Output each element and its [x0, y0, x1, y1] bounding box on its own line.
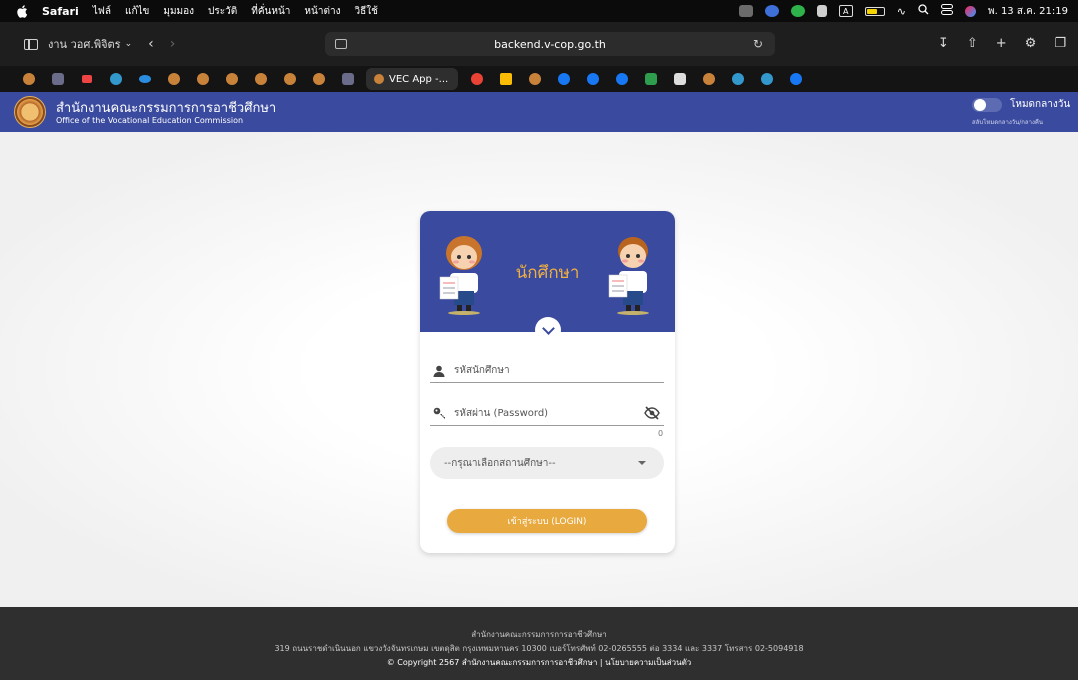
main-content: นักศึกษา รหัสนักศึกษา 0 --กรุณาเลือกสถาน…: [0, 132, 1078, 607]
wifi-icon[interactable]: ∿: [897, 5, 906, 18]
password-field: [430, 402, 664, 426]
login-card-header: นักศึกษา: [420, 211, 675, 332]
tab-overview-icon[interactable]: ❐: [1054, 36, 1066, 51]
page-menu-icon[interactable]: [335, 39, 347, 49]
chevron-down-icon[interactable]: ⌄: [125, 39, 133, 49]
menu-clock[interactable]: พ. 13 ส.ค. 21:19: [988, 4, 1068, 19]
input-source-icon[interactable]: A: [838, 5, 853, 17]
tab-favicon[interactable]: [665, 66, 694, 92]
chevron-down-icon[interactable]: [535, 317, 561, 343]
footer-org-name: สำนักงานคณะกรรมการการอาชีวศึกษา: [471, 630, 607, 639]
download-icon[interactable]: ↧: [938, 36, 949, 51]
institution-select-value: --กรุณาเลือกสถานศึกษา--: [444, 457, 556, 469]
zoom-icon[interactable]: [764, 5, 779, 17]
mode-subtitle: สลับโหมดกลางวัน/กลางคืน: [972, 119, 1044, 126]
url-text[interactable]: backend.v-cop.go.th: [494, 38, 606, 51]
menu-item-history[interactable]: ประวัติ: [208, 4, 237, 19]
dropdown-caret-icon: [638, 461, 646, 465]
gear-icon[interactable]: ⚙: [1025, 36, 1037, 51]
org-name-english: Office of the Vocational Education Commi…: [56, 116, 244, 125]
tab-favicon[interactable]: [130, 66, 159, 92]
day-night-toggle[interactable]: [972, 98, 1002, 112]
line-icon[interactable]: [790, 5, 805, 17]
password-input[interactable]: [448, 408, 638, 419]
tab-favicon[interactable]: [188, 66, 217, 92]
student-id-input[interactable]: [448, 365, 638, 376]
eye-off-icon[interactable]: [644, 405, 662, 423]
control-center-icon[interactable]: [941, 4, 953, 18]
tab-favicon[interactable]: [491, 66, 520, 92]
tab-favicon[interactable]: [333, 66, 362, 92]
tab-favicon[interactable]: [72, 66, 101, 92]
site-footer: สำนักงานคณะกรรมการการอาชีวศึกษา 319 ถนนร…: [0, 607, 1078, 680]
menu-item-help[interactable]: วิธีใช้: [354, 4, 377, 19]
apple-menu-icon[interactable]: [16, 4, 28, 18]
sidebar-toggle-icon[interactable]: [24, 38, 38, 50]
tab-strip: VEC App -...: [0, 66, 1078, 92]
menu-item-bookmarks[interactable]: ที่คั่นหน้า: [251, 4, 290, 19]
tab-favicon[interactable]: [217, 66, 246, 92]
forward-icon: ›: [169, 36, 176, 52]
tab-group-selector[interactable]: งาน วอศ.พิจิตร: [48, 35, 121, 53]
menu-app-name[interactable]: Safari: [42, 5, 79, 18]
tab-favicon[interactable]: [520, 66, 549, 92]
tab-favicon[interactable]: [246, 66, 275, 92]
footer-address: 319 ถนนราชดำเนินนอก แขวงวังจันทรเกษม เขต…: [274, 644, 804, 653]
menu-item-file[interactable]: ไฟล์: [93, 4, 111, 19]
tab-favicon[interactable]: [752, 66, 781, 92]
password-char-counter: 0: [658, 429, 664, 438]
reload-icon[interactable]: ↻: [753, 37, 763, 51]
ovec-logo[interactable]: [14, 96, 46, 128]
status-app-icon[interactable]: [738, 5, 753, 17]
tab-favicon[interactable]: [694, 66, 723, 92]
battery-icon[interactable]: [864, 6, 885, 16]
tab-favicon[interactable]: [101, 66, 130, 92]
tab-favicon[interactable]: [549, 66, 578, 92]
institution-select[interactable]: --กรุณาเลือกสถานศึกษา--: [430, 447, 664, 479]
org-name-thai: สำนักงานคณะกรรมการการอาชีวศึกษา: [56, 101, 277, 116]
active-tab-label: VEC App -...: [389, 73, 449, 85]
tab-favicon[interactable]: [304, 66, 333, 92]
mode-label: โหมดกลางวัน: [1010, 99, 1071, 110]
menu-item-window[interactable]: หน้าต่าง: [304, 4, 340, 19]
shield-icon[interactable]: [816, 5, 827, 17]
tab-favicon[interactable]: [275, 66, 304, 92]
tab-favicon[interactable]: [462, 66, 491, 92]
login-card: นักศึกษา รหัสนักศึกษา 0 --กรุณาเลือกสถาน…: [420, 211, 675, 553]
browser-toolbar: งาน วอศ.พิจิตร ⌄ ‹ › backend.v-cop.go.th…: [0, 22, 1078, 66]
tab-favicon[interactable]: [636, 66, 665, 92]
tab-favicon[interactable]: [607, 66, 636, 92]
menu-item-edit[interactable]: แก้ไข: [125, 4, 149, 19]
siri-icon[interactable]: [965, 5, 976, 17]
tab-favicon[interactable]: [43, 66, 72, 92]
key-icon: [430, 405, 448, 423]
tab-favicon[interactable]: [781, 66, 810, 92]
search-icon[interactable]: [918, 4, 929, 18]
macos-menu-bar: Safari ไฟล์ แก้ไข มุมมอง ประวัติ ที่คั่น…: [0, 0, 1078, 22]
address-bar[interactable]: backend.v-cop.go.th ↻: [325, 32, 775, 56]
tab-favicon[interactable]: [159, 66, 188, 92]
user-icon: [430, 362, 448, 380]
login-button[interactable]: เข้าสู่ระบบ (LOGIN): [447, 509, 647, 533]
back-icon[interactable]: ‹: [148, 36, 154, 52]
student-boy-illustration: [608, 237, 649, 315]
new-tab-icon[interactable]: +: [996, 36, 1007, 51]
menu-item-view[interactable]: มุมมอง: [163, 4, 194, 19]
tab-favicon[interactable]: [578, 66, 607, 92]
site-header: สำนักงานคณะกรรมการการอาชีวศึกษา Office o…: [0, 92, 1078, 132]
tab-favicon-icon: [374, 74, 384, 84]
share-icon[interactable]: ⇧: [967, 36, 978, 51]
student-id-field: [430, 359, 664, 383]
tab-favicon[interactable]: [723, 66, 752, 92]
active-tab[interactable]: VEC App -...: [366, 68, 458, 90]
tab-favicon[interactable]: [14, 66, 43, 92]
footer-copyright[interactable]: © Copyright 2567 สำนักงานคณะกรรมการการอา…: [0, 656, 1078, 669]
